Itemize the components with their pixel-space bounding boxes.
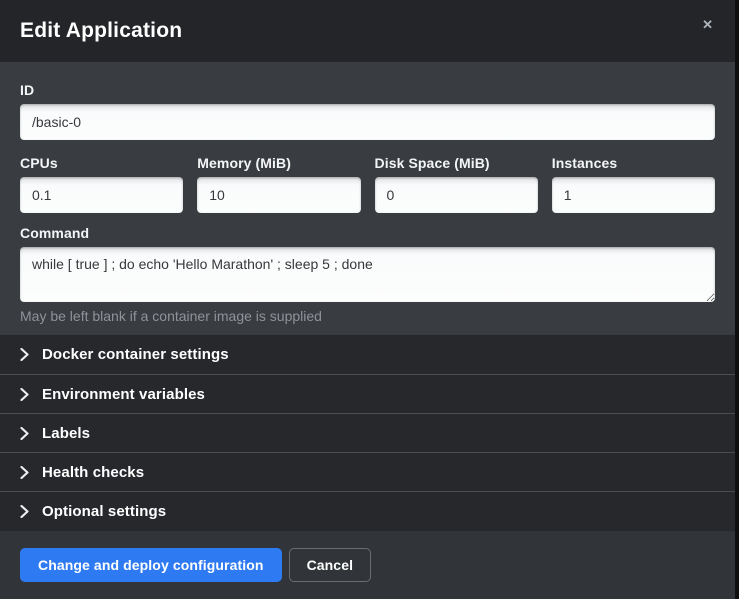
chevron-right-icon (20, 466, 29, 479)
cpus-label: CPUs (20, 155, 183, 171)
resources-row: CPUs Memory (MiB) Disk Space (MiB) Insta… (20, 155, 715, 213)
disk-label: Disk Space (MiB) (375, 155, 538, 171)
command-field-group: Command while [ true ] ; do echo 'Hello … (20, 225, 715, 324)
chevron-right-icon (20, 388, 29, 401)
instances-field-group: Instances (552, 155, 715, 213)
command-help-text: May be left blank if a container image i… (20, 308, 715, 324)
chevron-right-icon (20, 427, 29, 440)
chevron-right-icon (20, 505, 29, 518)
command-label: Command (20, 225, 715, 241)
cpus-field-group: CPUs (20, 155, 183, 213)
section-label: Environment variables (42, 386, 205, 403)
cpus-input[interactable] (20, 177, 183, 213)
memory-input[interactable] (197, 177, 360, 213)
memory-label: Memory (MiB) (197, 155, 360, 171)
close-icon[interactable]: ✕ (696, 14, 719, 35)
id-label: ID (20, 82, 715, 98)
section-health-checks[interactable]: Health checks (0, 452, 735, 491)
collapsible-sections: Docker container settings Environment va… (0, 335, 735, 531)
section-label: Docker container settings (42, 346, 229, 363)
instances-label: Instances (552, 155, 715, 171)
disk-field-group: Disk Space (MiB) (375, 155, 538, 213)
section-label: Health checks (42, 464, 144, 481)
id-input[interactable] (20, 104, 715, 140)
cancel-button[interactable]: Cancel (289, 548, 372, 582)
instances-input[interactable] (552, 177, 715, 213)
edit-application-modal: Edit Application ✕ ID CPUs Memory (MiB) … (0, 0, 735, 599)
chevron-right-icon (20, 348, 29, 361)
modal-title: Edit Application (20, 19, 696, 43)
section-docker-container-settings[interactable]: Docker container settings (0, 335, 735, 374)
section-optional-settings[interactable]: Optional settings (0, 491, 735, 530)
section-label: Optional settings (42, 503, 166, 520)
disk-input[interactable] (375, 177, 538, 213)
modal-footer: Change and deploy configuration Cancel (0, 531, 735, 599)
command-textarea[interactable]: while [ true ] ; do echo 'Hello Marathon… (20, 247, 715, 302)
modal-header: Edit Application ✕ (0, 0, 735, 62)
section-label: Labels (42, 425, 90, 442)
id-field-group: ID (20, 82, 715, 140)
section-environment-variables[interactable]: Environment variables (0, 374, 735, 413)
section-labels[interactable]: Labels (0, 413, 735, 452)
application-form: ID CPUs Memory (MiB) Disk Space (MiB) In… (0, 62, 735, 335)
change-and-deploy-button[interactable]: Change and deploy configuration (20, 548, 282, 582)
memory-field-group: Memory (MiB) (197, 155, 360, 213)
